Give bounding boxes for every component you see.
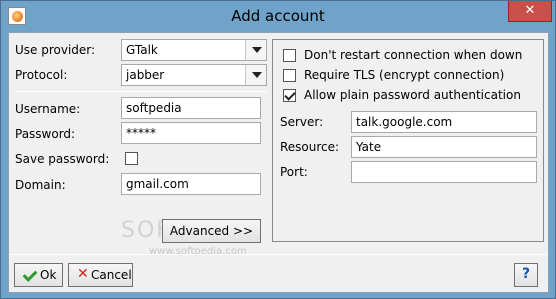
chevron-down-icon[interactable] [245,40,266,60]
allow-plain-checkbox[interactable] [283,89,296,102]
cancel-button-label: Cancel [91,268,132,282]
ok-button-label: Ok [40,268,57,282]
server-field[interactable]: talk.google.com [351,111,537,133]
options-panel: Don't restart connection when down Requi… [272,39,544,242]
server-label: Server: [280,115,324,129]
title-bar[interactable]: Add account ✕ [1,1,555,32]
ok-button[interactable]: Ok [14,263,63,287]
resource-label: Resource: [280,140,340,154]
resource-field[interactable]: Yate [351,136,537,158]
checkmark-icon [23,268,35,280]
advanced-button[interactable]: Advanced >> [162,219,261,243]
protocol-label: Protocol: [15,68,68,82]
username-label: Username: [15,102,81,116]
password-label: Password: [15,127,76,141]
username-field[interactable]: softpedia [121,97,261,119]
help-icon: ? [521,266,531,282]
footer-divider [9,254,548,255]
dialog-body: Use provider: GTalk Protocol: jabber Use… [8,32,549,293]
port-field[interactable] [351,161,537,183]
require-tls-label: Require TLS (encrypt connection) [304,68,505,82]
domain-label: Domain: [15,178,66,192]
provider-value: GTalk [126,43,158,57]
chevron-down-icon[interactable] [245,65,266,85]
port-label: Port: [280,165,308,179]
cancel-button[interactable]: ✕ Cancel [68,263,133,287]
window-title: Add account [231,7,325,25]
advanced-button-label: Advanced >> [169,224,254,238]
password-field[interactable]: ***** [121,122,261,144]
cancel-x-icon: ✕ [77,266,89,282]
dont-restart-label: Don't restart connection when down [304,48,523,62]
close-button[interactable]: ✕ [508,1,552,22]
save-password-label: Save password: [15,152,110,166]
protocol-select[interactable]: jabber [121,64,267,86]
require-tls-checkbox[interactable] [283,69,296,82]
help-button[interactable]: ? [514,263,538,287]
provider-select[interactable]: GTalk [121,39,267,61]
protocol-value: jabber [126,68,165,82]
provider-label: Use provider: [15,43,96,57]
watermark-url: www.softpedia.com [149,246,247,257]
domain-field[interactable]: gmail.com [121,173,261,195]
allow-plain-label: Allow plain password authentication [304,88,521,102]
save-password-checkbox[interactable] [125,152,138,165]
add-account-window: Add account ✕ Use provider: GTalk Protoc… [0,0,556,299]
divider [15,91,267,92]
dont-restart-checkbox[interactable] [283,49,296,62]
